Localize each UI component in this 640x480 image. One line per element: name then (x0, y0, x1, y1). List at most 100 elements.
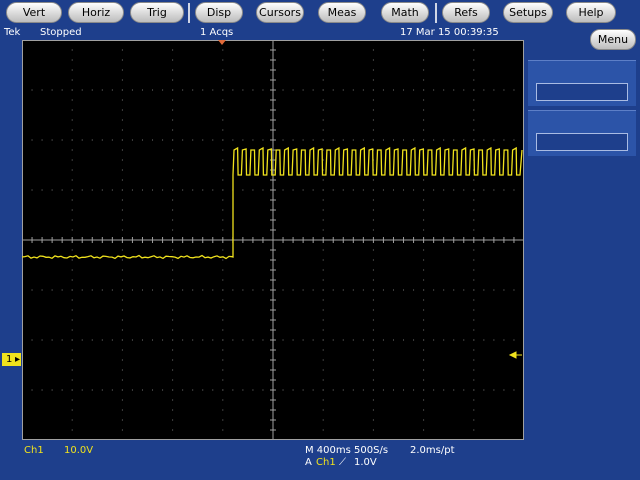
grid-dot (111, 389, 113, 391)
grid-dot (41, 89, 43, 91)
grid-dot (372, 279, 374, 281)
grid-dot (121, 109, 123, 111)
side-menu-field-2[interactable] (536, 133, 628, 151)
grid-dot (473, 299, 475, 301)
grid-dot (322, 369, 324, 371)
grid-dot (423, 339, 425, 341)
grid-dot (202, 389, 204, 391)
math-menu-button[interactable]: Math (381, 2, 429, 23)
grid-dot (372, 219, 374, 221)
grid-dot (403, 89, 405, 91)
grid-dot (192, 339, 194, 341)
grid-dot (121, 149, 123, 151)
grid-dot (302, 289, 304, 291)
grid-dot (222, 399, 224, 401)
grid-dot (81, 289, 83, 291)
grid-dot (423, 429, 425, 431)
grid-dot (252, 189, 254, 191)
trigger-source[interactable]: Ch1 (316, 457, 336, 469)
grid-dot (473, 219, 475, 221)
trigger-level[interactable]: 1.0V (354, 457, 377, 469)
disp-menu-button[interactable]: Disp (195, 2, 243, 23)
grid-dot (403, 139, 405, 141)
horiz-menu-button[interactable]: Horiz (68, 2, 124, 23)
help-menu-button[interactable]: Help (566, 2, 616, 23)
grid-dot (463, 89, 465, 91)
date-time: 17 Mar 15 00:39:35 (400, 27, 499, 38)
grid-dot (71, 369, 73, 371)
side-menu-slot-2[interactable] (528, 110, 636, 156)
grid-dot (322, 259, 324, 261)
refs-menu-button[interactable]: Refs (442, 2, 490, 23)
grid-dot (61, 289, 63, 291)
grid-dot (121, 409, 123, 411)
grid-dot (71, 169, 73, 171)
grid-dot (423, 319, 425, 321)
grid-dot (372, 289, 374, 291)
cursors-menu-button[interactable]: Cursors (256, 2, 304, 23)
grid-dot (222, 179, 224, 181)
grid-dot (172, 369, 174, 371)
grid-dot (413, 139, 415, 141)
grid-dot (513, 289, 515, 291)
grid-dot (473, 379, 475, 381)
grid-dot (222, 319, 224, 321)
grid-dot (453, 339, 455, 341)
grid-dot (372, 339, 374, 341)
grid-dot (372, 249, 374, 251)
grid-dot (473, 209, 475, 211)
grid-dot (152, 89, 154, 91)
meas-menu-button[interactable]: Meas (318, 2, 366, 23)
trig-menu-button[interactable]: Trig (130, 2, 184, 23)
grid-dot (403, 289, 405, 291)
grid-dot (101, 289, 103, 291)
grid-dot (71, 259, 73, 261)
grid-dot (282, 89, 284, 91)
waveform-display[interactable] (22, 40, 524, 440)
grid-dot (172, 119, 174, 121)
grid-dot (322, 179, 324, 181)
grid-dot (41, 189, 43, 191)
side-menu-field-1[interactable] (536, 83, 628, 101)
grid-dot (473, 409, 475, 411)
vert-menu-button[interactable]: Vert (6, 2, 62, 23)
grid-dot (71, 289, 73, 291)
grid-dot (71, 99, 73, 101)
grid-dot (322, 189, 324, 191)
side-menu-slot-1[interactable] (528, 60, 636, 106)
grid-dot (91, 139, 93, 141)
grid-dot (352, 389, 354, 391)
grid-dot (312, 139, 314, 141)
grid-dot (51, 389, 53, 391)
timebase-readout[interactable]: M 400ms 500S/s (305, 445, 388, 457)
setups-menu-button[interactable]: Setups (503, 2, 553, 23)
grid-dot (222, 299, 224, 301)
grid-dot (152, 339, 154, 341)
grid-dot (232, 139, 234, 141)
grid-dot (131, 89, 133, 91)
grid-dot (473, 419, 475, 421)
grid-dot (392, 389, 394, 391)
grid-dot (222, 349, 224, 351)
grid-dot (322, 69, 324, 71)
grid-dot (101, 189, 103, 191)
grid-dot (222, 409, 224, 411)
grid-dot (81, 339, 83, 341)
grid-dot (172, 149, 174, 151)
grid-dot (232, 89, 234, 91)
ch1-ground-marker[interactable]: 1 ▸ (2, 353, 21, 366)
grid-dot (322, 129, 324, 131)
channel-name[interactable]: Ch1 (24, 445, 44, 457)
grid-dot (121, 59, 123, 61)
grid-dot (121, 339, 123, 341)
channel-scale[interactable]: 10.0V (64, 445, 93, 457)
grid-dot (71, 269, 73, 271)
grid-dot (473, 269, 475, 271)
grid-dot (403, 389, 405, 391)
grid-dot (423, 219, 425, 221)
side-menu-button[interactable]: Menu (590, 29, 636, 50)
grid-dot (172, 219, 174, 221)
grid-dot (322, 99, 324, 101)
grid-dot (262, 339, 264, 341)
grid-dot (453, 189, 455, 191)
